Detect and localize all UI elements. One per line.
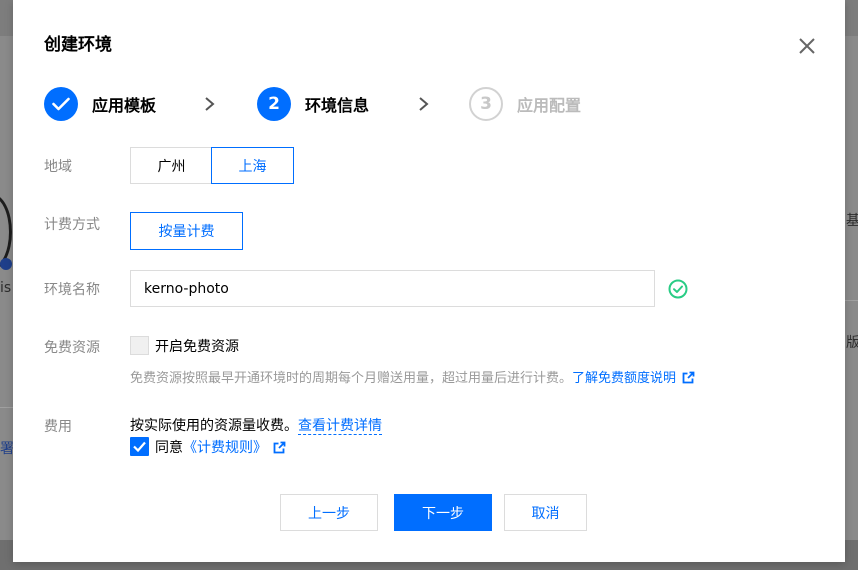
background-divider: [845, 300, 858, 301]
check-circle-icon: [668, 279, 688, 299]
background-text: is: [0, 280, 12, 296]
region-option-shanghai[interactable]: 上海: [211, 147, 294, 184]
chevron-right-icon: [205, 97, 215, 111]
background-text: 版: [846, 335, 858, 351]
step-number: 2: [257, 87, 291, 121]
fee-description: 按实际使用的资源量收费。查看计费详情: [130, 415, 382, 435]
agree-text: 同意: [155, 440, 183, 456]
free-resource-checkbox-label: 开启免费资源: [155, 339, 239, 355]
step-number: 3: [469, 87, 503, 121]
fee-text: 按实际使用的资源量收费。: [130, 418, 298, 434]
agree-checkbox[interactable]: [130, 437, 149, 456]
billing-label: 计费方式: [44, 217, 100, 233]
background-dot: [0, 258, 12, 270]
free-resource-hint: 免费资源按照最早开通环境时的周期每个月赠送用量，超过用量后进行计费。了解免费额度…: [130, 367, 695, 386]
free-resource-hint-text: 免费资源按照最早开通环境时的周期每个月赠送用量，超过用量后进行计费。: [130, 371, 573, 386]
background-divider: [0, 407, 14, 408]
fee-label: 费用: [44, 419, 72, 435]
step-app-template: 应用模板: [44, 87, 156, 121]
external-link-icon[interactable]: [682, 371, 695, 384]
free-resource-label: 免费资源: [44, 340, 100, 356]
step-env-info: 2 环境信息: [257, 87, 369, 121]
billing-details-link[interactable]: 查看计费详情: [298, 418, 382, 435]
background-text: 基: [846, 213, 858, 229]
env-name-input[interactable]: [130, 270, 655, 307]
step-label: 环境信息: [305, 96, 370, 115]
step-app-config: 3 应用配置: [469, 87, 581, 121]
chevron-right-icon: [419, 97, 429, 111]
cancel-button[interactable]: 取消: [504, 494, 587, 531]
free-quota-link[interactable]: 了解免费额度说明: [572, 371, 676, 386]
create-env-dialog: 创建环境 应用模板 2 环境信息 3 应用配置 地域 广州 上海 计费方式 按量…: [13, 0, 845, 562]
prev-step-button[interactable]: 上一步: [280, 494, 378, 531]
step-label: 应用模板: [92, 96, 157, 115]
env-name-label: 环境名称: [44, 282, 100, 298]
billing-option-pay-as-you-go[interactable]: 按量计费: [130, 212, 243, 250]
region-option-guangzhou[interactable]: 广州: [130, 147, 212, 184]
check-icon: [133, 441, 146, 453]
billing-rules-link[interactable]: 《计费规则》: [183, 440, 267, 456]
region-label: 地域: [44, 159, 72, 175]
check-icon: [44, 87, 78, 121]
close-icon[interactable]: [797, 36, 817, 56]
step-label: 应用配置: [517, 96, 582, 115]
free-resource-checkbox[interactable]: [130, 336, 149, 355]
background-text: 署: [0, 441, 14, 457]
next-step-button[interactable]: 下一步: [394, 494, 492, 531]
agree-row: 同意《计费规则》: [155, 437, 286, 457]
dialog-title: 创建环境: [44, 35, 112, 55]
external-link-icon[interactable]: [273, 441, 286, 454]
